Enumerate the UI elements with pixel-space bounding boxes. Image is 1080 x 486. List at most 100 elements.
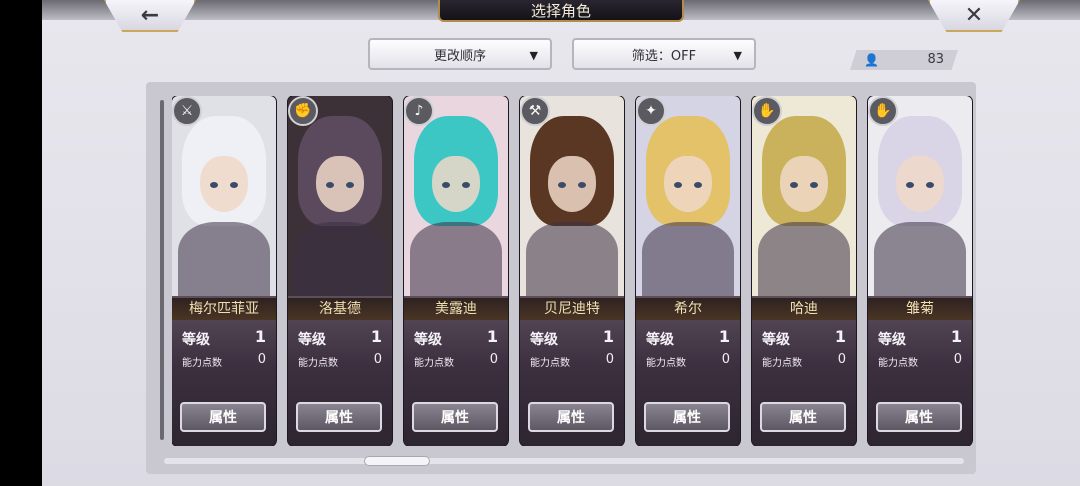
portrait-body: [178, 222, 270, 296]
ability-points-label: 能力点数: [646, 358, 686, 369]
portrait-face: [548, 156, 596, 212]
change-order-label: 更改顺序: [433, 48, 486, 64]
character-name: 美露迪: [404, 298, 508, 320]
ability-points-value: 0: [373, 352, 382, 367]
level-label: 等级: [762, 332, 790, 348]
level-value: 1: [834, 327, 846, 346]
portrait-body: [758, 222, 850, 296]
weapon-glyph: ♪: [414, 103, 424, 119]
ability-points-value: 0: [605, 352, 614, 367]
portrait-eye: [346, 182, 354, 188]
portrait-body: [642, 222, 734, 296]
ability-points-value: 0: [837, 352, 846, 367]
attributes-button[interactable]: 属性: [296, 402, 382, 432]
character-count: 83: [927, 52, 944, 67]
portrait-eye: [694, 182, 702, 188]
change-order-dropdown[interactable]: 更改顺序 ▼: [368, 38, 552, 70]
character-card-list[interactable]: ⚔ 梅尔匹菲亚 等级 1 能力点数 0 属性 ✊ 洛基德 等级 1 能力点数 0…: [172, 96, 976, 446]
character-card[interactable]: ✋ 哈迪 等级 1 能力点数 0 属性: [752, 96, 856, 446]
portrait-eye: [558, 182, 566, 188]
character-count-badge: 👤 83: [850, 50, 958, 70]
game-screen: ← 选择角色 ✕ 更改顺序 ▼ 筛选：OFF ▼ 👤 83 ⚔ 梅尔匹菲亚 等级…: [42, 0, 1080, 486]
character-card[interactable]: ✋ 雏菊 等级 1 能力点数 0 属性: [868, 96, 972, 446]
portrait-eye: [810, 182, 818, 188]
ability-points-label: 能力点数: [298, 358, 338, 369]
portrait-body: [294, 222, 386, 296]
character-portrait: [868, 96, 972, 296]
ability-points-value: 0: [953, 352, 962, 367]
portrait-eye: [230, 182, 238, 188]
character-card[interactable]: ♪ 美露迪 等级 1 能力点数 0 属性: [404, 96, 508, 446]
character-portrait: [520, 96, 624, 296]
attributes-button[interactable]: 属性: [644, 402, 730, 432]
portrait-face: [896, 156, 944, 212]
attributes-button[interactable]: 属性: [876, 402, 962, 432]
level-value: 1: [254, 327, 266, 346]
portrait-body: [874, 222, 966, 296]
character-card[interactable]: ✊ 洛基德 等级 1 能力点数 0 属性: [288, 96, 392, 446]
back-arrow-icon: ←: [140, 2, 160, 28]
weapon-glyph: ✊: [294, 103, 312, 119]
portrait-face: [432, 156, 480, 212]
ability-points-value: 0: [721, 352, 730, 367]
attributes-button[interactable]: 属性: [528, 402, 614, 432]
attributes-button[interactable]: 属性: [180, 402, 266, 432]
ability-points-label: 能力点数: [182, 358, 222, 369]
level-value: 1: [950, 327, 962, 346]
portrait-eye: [462, 182, 470, 188]
character-card[interactable]: ⚒ 贝尼迪特 等级 1 能力点数 0 属性: [520, 96, 624, 446]
character-list-panel: ⚔ 梅尔匹菲亚 等级 1 能力点数 0 属性 ✊ 洛基德 等级 1 能力点数 0…: [146, 82, 976, 474]
ability-points-label: 能力点数: [414, 358, 454, 369]
weapon-glyph: ✋: [874, 103, 892, 119]
gauntlet-icon: ✋: [868, 96, 898, 126]
panel-edge: [160, 100, 164, 440]
music-icon: ♪: [404, 96, 434, 126]
portrait-eye: [326, 182, 334, 188]
portrait-body: [526, 222, 618, 296]
attributes-button[interactable]: 属性: [760, 402, 846, 432]
ability-points-value: 0: [257, 352, 266, 367]
filter-label: 筛选：OFF: [631, 48, 697, 64]
portrait-body: [410, 222, 502, 296]
chevron-down-icon: ▼: [529, 49, 538, 62]
horizontal-scrollbar-thumb[interactable]: [364, 456, 430, 466]
character-portrait: [288, 96, 392, 296]
ability-points-label: 能力点数: [762, 358, 802, 369]
ability-points-label: 能力点数: [530, 358, 570, 369]
character-portrait: [752, 96, 856, 296]
portrait-eye: [906, 182, 914, 188]
character-name: 贝尼迪特: [520, 298, 624, 320]
filter-dropdown[interactable]: 筛选：OFF ▼: [572, 38, 756, 70]
portrait-eye: [790, 182, 798, 188]
character-name: 洛基德: [288, 298, 392, 320]
wand-icon: ✦: [636, 96, 666, 126]
level-value: 1: [370, 327, 382, 346]
attributes-button[interactable]: 属性: [412, 402, 498, 432]
horizontal-scrollbar-track[interactable]: [164, 458, 964, 464]
level-label: 等级: [414, 332, 442, 348]
level-label: 等级: [878, 332, 906, 348]
fist-icon: ✊: [288, 96, 318, 126]
portrait-eye: [210, 182, 218, 188]
portrait-eye: [442, 182, 450, 188]
portrait-face: [316, 156, 364, 212]
sword-icon: ⚔: [172, 96, 202, 126]
character-name: 梅尔匹菲亚: [172, 298, 276, 320]
portrait-eye: [578, 182, 586, 188]
close-button[interactable]: ✕: [928, 0, 1020, 32]
character-card[interactable]: ⚔ 梅尔匹菲亚 等级 1 能力点数 0 属性: [172, 96, 276, 446]
axe-icon: ⚒: [520, 96, 550, 126]
weapon-glyph: ✋: [758, 103, 776, 119]
character-portrait: [636, 96, 740, 296]
back-button[interactable]: ←: [104, 0, 196, 32]
character-portrait: [172, 96, 276, 296]
ability-points-value: 0: [489, 352, 498, 367]
ability-points-label: 能力点数: [878, 358, 918, 369]
page-title: 选择角色: [438, 0, 684, 22]
person-icon: 👤: [864, 53, 879, 67]
weapon-glyph: ✦: [645, 103, 657, 119]
close-icon: ✕: [964, 2, 984, 28]
chevron-down-icon: ▼: [733, 49, 742, 62]
portrait-eye: [926, 182, 934, 188]
character-card[interactable]: ✦ 希尔 等级 1 能力点数 0 属性: [636, 96, 740, 446]
